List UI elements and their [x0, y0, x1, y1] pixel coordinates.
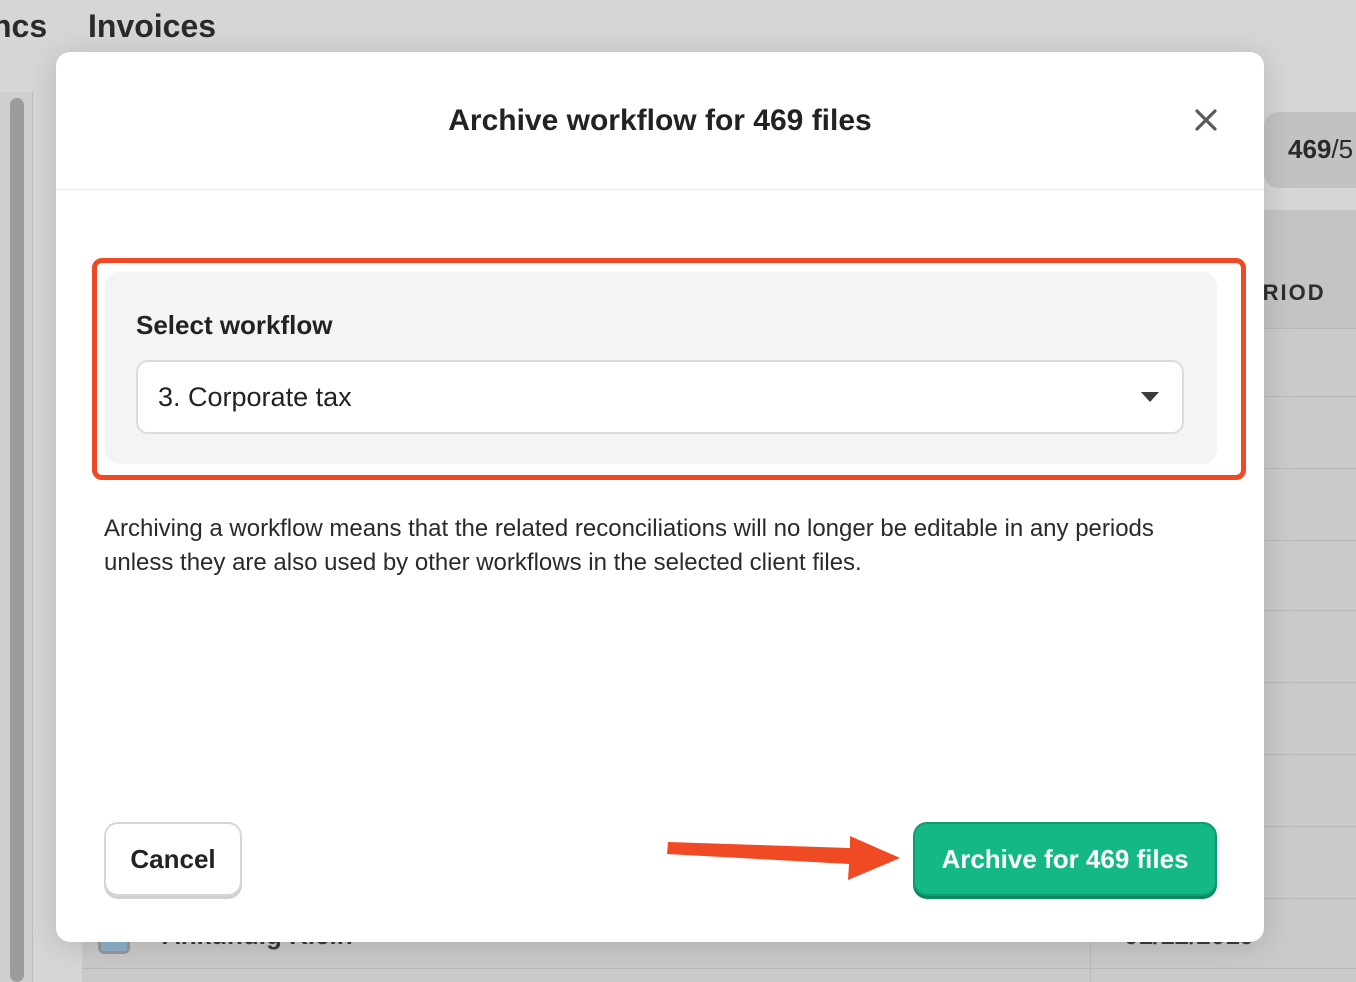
screen: ncs Invoices 469/5 ERIOD Ankündig Klein …	[0, 0, 1356, 982]
counter-total: /5	[1331, 134, 1354, 164]
background-file-counter: 469/5	[1264, 112, 1356, 188]
background-tab[interactable]: ncs	[0, 8, 47, 45]
cancel-button[interactable]: Cancel	[104, 822, 242, 896]
archive-workflow-dialog: Archive workflow for 469 files Select wo…	[56, 52, 1264, 942]
archive-description: Archiving a workflow means that the rela…	[104, 515, 1154, 576]
dialog-header: Archive workflow for 469 files	[56, 52, 1264, 190]
archive-confirm-button[interactable]: Archive for 469 files	[913, 822, 1217, 896]
close-button[interactable]	[1188, 102, 1224, 138]
background-tab-invoices[interactable]: Invoices	[88, 8, 216, 45]
arrow-right-icon	[667, 836, 900, 880]
close-icon	[1195, 109, 1217, 131]
dialog-title: Archive workflow for 469 files	[448, 104, 872, 137]
table-row-divider	[82, 968, 1356, 969]
counter-selected: 469	[1288, 134, 1332, 164]
background-scrollbar[interactable]	[10, 98, 24, 982]
annotation-highlight-box	[92, 258, 1246, 480]
